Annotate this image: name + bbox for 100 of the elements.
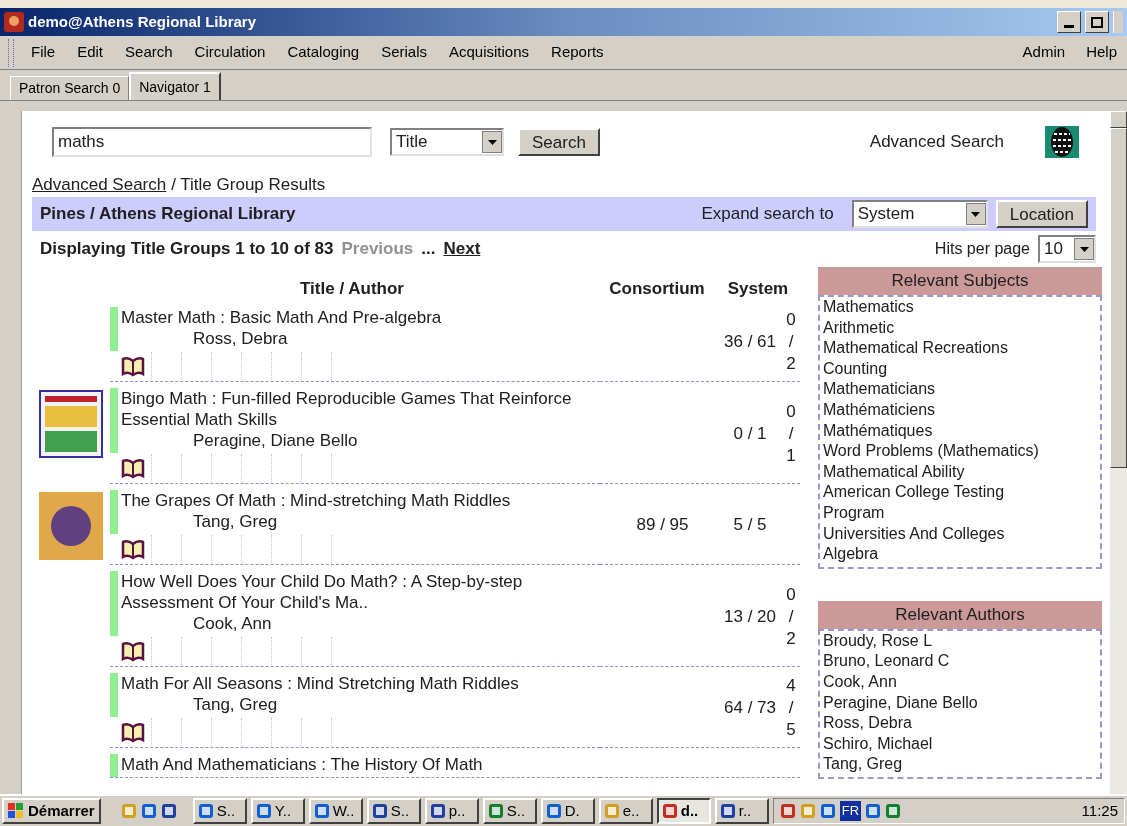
application-icon (779, 803, 796, 819)
system-count: 64 / 73 (723, 697, 777, 720)
taskbar-button[interactable]: D. (540, 798, 595, 824)
sidebar-link[interactable]: Cook, Ann (823, 671, 1060, 693)
taskbar-button[interactable]: p.. (424, 798, 479, 824)
sidebar-link[interactable]: Schiro, Michael (823, 733, 1060, 755)
application-icon (371, 803, 388, 819)
sidebar-link[interactable]: Word Problems (Mathematics) (823, 441, 1060, 462)
menu-item[interactable]: Reports (543, 41, 612, 64)
column-header: Title / Author (299, 277, 405, 300)
system-count: 0 / 1 (732, 422, 768, 445)
minimize-button[interactable] (1057, 11, 1081, 33)
sidebar-link[interactable]: Broudy, Rose L (823, 630, 1060, 652)
menu-item[interactable]: File (23, 41, 64, 64)
grip-handle[interactable] (8, 38, 14, 67)
sidebar-link[interactable]: Mathematics (823, 297, 1060, 318)
column-header: System (726, 277, 790, 300)
sidebar-link[interactable]: American College Testing Program (823, 482, 1060, 524)
sidebar-link[interactable]: Tang, Greg (823, 754, 1060, 775)
book-title-link[interactable]: The Grapes Of Math : Mind-stretching Math Riddles (121, 490, 600, 511)
next-link[interactable]: Next (443, 236, 481, 262)
search-button[interactable]: Search (518, 128, 600, 156)
taskbar-button[interactable]: d.. (656, 798, 711, 824)
scope-dropdown[interactable]: System (851, 200, 988, 228)
search-field[interactable]: maths (52, 127, 372, 157)
taskbar-button[interactable]: S.. (192, 798, 247, 824)
sidebar-link[interactable]: Ross, Debra (823, 713, 1060, 734)
author-link[interactable]: Cook, Ann (121, 613, 600, 634)
application-icon (160, 803, 177, 819)
sidebar-link[interactable]: Peragine, Diane Bello (823, 692, 1060, 714)
book-icon[interactable] (121, 538, 145, 560)
menu-item[interactable]: Cataloging (279, 41, 368, 64)
taskbar-button[interactable]: S.. (482, 798, 537, 824)
taskbar-button[interactable]: e.. (598, 798, 653, 824)
advanced-search-link[interactable]: Advanced Search (869, 129, 1004, 155)
application-icon (429, 803, 446, 819)
application-icon (603, 803, 620, 819)
maximize-button[interactable] (1085, 11, 1109, 33)
sidebar-link[interactable]: Bruno, Leonard C (823, 651, 1060, 672)
location-button[interactable]: Location (995, 200, 1088, 228)
book-title-link[interactable]: Master Math : Basic Math And Pre-algebra (121, 307, 600, 328)
menu-item[interactable]: Acquisitions (441, 41, 538, 64)
author-link[interactable]: Tang, Greg (121, 511, 600, 532)
author-link[interactable]: Peragine, Diane Bello (121, 430, 600, 451)
book-icon[interactable] (121, 457, 145, 479)
results-count: Displaying Title Groups 1 to 10 of 83 (40, 238, 334, 261)
book-title-link[interactable]: Math For All Seasons : Mind Stretching Math Riddles (121, 673, 600, 694)
sidebar-link[interactable]: Mathématiques (823, 420, 1060, 442)
book-icon[interactable] (121, 355, 145, 377)
sidebar-link[interactable]: Mathematical Recreations (823, 338, 1060, 359)
menu-item[interactable]: Serials (373, 41, 435, 64)
menu-item[interactable]: Admin (1012, 41, 1076, 64)
availability-bar (110, 490, 118, 534)
scrollbar[interactable] (1110, 111, 1127, 794)
sidebar-link[interactable]: Algebra (823, 544, 1060, 565)
advanced-search-link[interactable]: Advanced Search (32, 172, 167, 198)
language-indicator[interactable]: FR (839, 801, 862, 821)
book-title-link[interactable]: Math And Mathematicians : The History Of Math (121, 754, 600, 775)
system-count: 36 / 61 (723, 331, 777, 354)
system-count: 5 / 5 (732, 514, 768, 537)
sidebar-header: Relevant Authors (818, 600, 1102, 629)
application-icon (487, 803, 504, 819)
sidebar-link[interactable]: Arithmetic (823, 317, 1060, 339)
sidebar-link[interactable]: Universities And Colleges (823, 523, 1060, 545)
book-title-link[interactable]: How Well Does Your Child Do Math? : A Step-by-step Assessment Of Your Child's Ma.. (121, 571, 600, 613)
availability-bar (110, 754, 118, 777)
sidebar-link[interactable]: Counting (823, 358, 1060, 380)
author-link[interactable]: Tang, Greg (121, 694, 600, 715)
book-cover-image[interactable] (39, 492, 103, 560)
taskbar-button[interactable]: W.. (308, 798, 363, 824)
sidebar-link[interactable]: Mathématiciens (823, 399, 1060, 421)
taskbar-button[interactable]: r.. (714, 798, 769, 824)
sidebar-link[interactable]: Mathematical Ability (823, 461, 1060, 483)
application-icon (865, 803, 882, 819)
book-cover-image[interactable] (39, 390, 103, 458)
location-count: 4 / 5 (785, 675, 797, 741)
application-icon (719, 803, 736, 819)
sidebar-link[interactable]: Mathematicians (823, 379, 1060, 400)
tab[interactable]: Navigator 1 (129, 72, 221, 100)
start-button[interactable]: Démarrer (2, 798, 101, 824)
tab[interactable]: Patron Search 0 (10, 76, 130, 100)
book-title-link[interactable]: Bingo Math : Fun-filled Reproducible Games That Reinforce Essential Math Skills (121, 388, 600, 430)
menu-item[interactable]: Search (117, 41, 181, 64)
author-link[interactable]: Ross, Debra (121, 328, 600, 349)
book-icon[interactable] (121, 640, 145, 662)
application-icon (313, 803, 330, 819)
search-type-dropdown[interactable]: Title (390, 128, 504, 156)
availability-bar (110, 388, 118, 453)
book-icon[interactable] (121, 721, 145, 743)
system-count: 13 / 20 (723, 605, 777, 628)
taskbar-button[interactable]: S.. (366, 798, 421, 824)
menu-item[interactable]: Help (1076, 41, 1127, 64)
expand-search-label: Expand search to (701, 203, 834, 226)
menu-item[interactable]: Edit (69, 41, 112, 64)
window-title: demo@Athens Regional Library (28, 11, 257, 32)
taskbar-button[interactable]: Y.. (250, 798, 305, 824)
application-icon (661, 803, 678, 819)
menu-item[interactable]: Circulation (186, 41, 274, 64)
hits-per-page-dropdown[interactable]: 10 (1038, 235, 1096, 263)
consortium-count: 89 / 95 (635, 514, 690, 537)
